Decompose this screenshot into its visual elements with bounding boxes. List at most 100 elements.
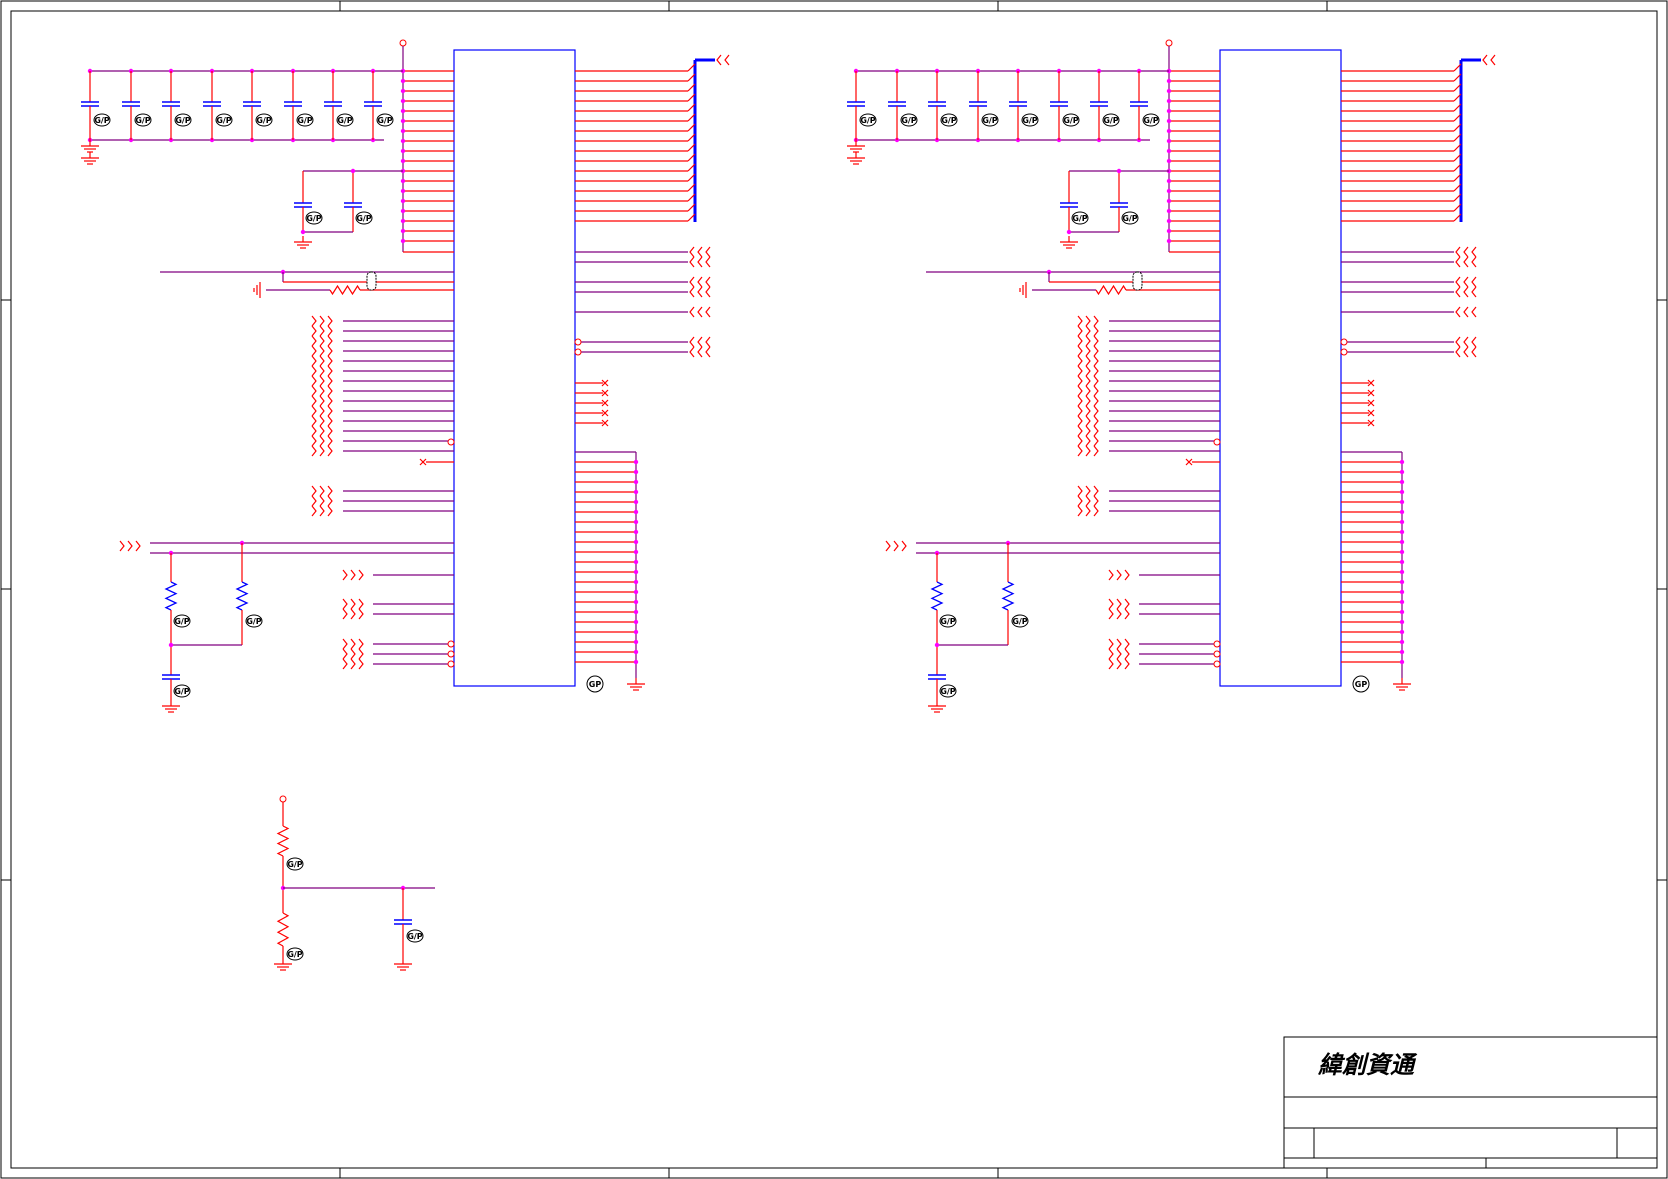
arrow-chevron	[1093, 425, 1099, 437]
arrow-chevron	[1490, 54, 1496, 66]
arrow-chevron	[342, 608, 348, 620]
arrow-chevron	[1085, 435, 1091, 447]
arrow-chevron	[327, 385, 333, 397]
arrow-chevron	[311, 315, 317, 327]
junction-dot	[633, 579, 639, 585]
arrow-chevron	[689, 306, 695, 318]
arrow-chevron	[350, 569, 356, 581]
nopop-mark: G/P	[1062, 113, 1080, 127]
offpage-arrow-icon	[1077, 505, 1099, 517]
nopop-label: G/P	[174, 687, 189, 696]
nopop-mark: G/P	[286, 857, 304, 871]
pin-ring	[574, 348, 582, 356]
offpage-arrow-icon	[311, 335, 333, 347]
capacitor-icon	[324, 101, 342, 107]
arrow-chevron	[1085, 395, 1091, 407]
junction-dot	[1166, 218, 1172, 224]
capacitor-icon	[344, 202, 362, 208]
arrow-chevron	[697, 246, 703, 258]
offpage-arrow-icon	[1077, 355, 1099, 367]
arrow-chevron	[327, 335, 333, 347]
nopop-label: G/P	[337, 116, 352, 125]
junction-dot	[400, 98, 406, 104]
arrow-chevron	[1471, 346, 1477, 358]
arrow-chevron	[1093, 325, 1099, 337]
resistor-icon	[1095, 284, 1127, 296]
offpage-arrow-icon	[689, 246, 711, 258]
arrow-chevron	[1093, 405, 1099, 417]
pin-ring	[1340, 338, 1348, 346]
arrow-chevron	[689, 346, 695, 358]
ground-icon	[1060, 236, 1078, 249]
arrow-chevron	[1108, 648, 1114, 660]
arrow-chevron	[1463, 256, 1469, 268]
arrow-chevron	[1463, 276, 1469, 288]
arrow-chevron	[327, 345, 333, 357]
arrow-chevron	[1124, 598, 1130, 610]
junction-dot	[633, 629, 639, 635]
junction-dot	[633, 569, 639, 575]
arrow-chevron	[327, 485, 333, 497]
offpage-arrow-icon	[1077, 335, 1099, 347]
junction-dot	[400, 208, 406, 214]
offpage-arrow-icon	[689, 306, 711, 318]
nopop-mark: G/P	[859, 113, 877, 127]
offpage-arrow-icon	[1077, 345, 1099, 357]
nopop-mark: G/P	[1011, 614, 1029, 628]
arrow-chevron	[1077, 395, 1083, 407]
junction-dot	[1399, 609, 1405, 615]
junction-dot	[1399, 559, 1405, 565]
nopop-mark: G/P	[305, 211, 323, 225]
offpage-arrow-icon	[311, 315, 333, 327]
capacitor-icon	[1090, 101, 1108, 107]
offpage-arrow-icon	[1077, 375, 1099, 387]
nopop-mark: G/P	[406, 929, 424, 943]
junction-dot	[1399, 509, 1405, 515]
arrow-chevron	[1085, 485, 1091, 497]
arrow-chevron	[327, 425, 333, 437]
nopop-mark: G/P	[1021, 113, 1039, 127]
junction-dot	[1166, 238, 1172, 244]
junction-dot	[400, 198, 406, 204]
nopop-mark: G/P	[215, 113, 233, 127]
junction-dot	[633, 489, 639, 495]
offpage-arrow-icon	[342, 648, 364, 660]
junction-dot	[633, 509, 639, 515]
nopop-mark: G/P	[174, 113, 192, 127]
junction-dot	[1166, 138, 1172, 144]
offpage-arrow-icon	[1108, 569, 1130, 581]
nopop-mark: G/P	[134, 113, 152, 127]
nopop-mark: G/P	[336, 113, 354, 127]
arrow-chevron	[319, 495, 325, 507]
arrow-chevron	[1085, 345, 1091, 357]
junction-dot	[1399, 639, 1405, 645]
gp-label: GP	[589, 680, 602, 689]
arrow-chevron	[311, 335, 317, 347]
arrow-chevron	[1077, 415, 1083, 427]
nopop-mark: G/P	[286, 947, 304, 961]
arrow-chevron	[1108, 598, 1114, 610]
nopop-label: G/P	[940, 687, 955, 696]
offpage-arrow-icon	[342, 658, 364, 670]
junction-dot	[633, 499, 639, 505]
nopop-label: G/P	[246, 617, 261, 626]
sheet-frame	[0, 0, 1668, 1179]
junction-dot	[400, 218, 406, 224]
arrow-chevron	[1093, 435, 1099, 447]
ground-icon	[81, 152, 99, 165]
arrow-chevron	[1077, 495, 1083, 507]
arrow-chevron	[689, 286, 695, 298]
offpage-arrow-icon	[689, 286, 711, 298]
junction-dot	[400, 78, 406, 84]
arrow-chevron	[705, 286, 711, 298]
arrow-chevron	[311, 355, 317, 367]
ground-icon	[928, 700, 946, 713]
arrow-chevron	[1455, 276, 1461, 288]
junction-dot	[400, 178, 406, 184]
offpage-arrow-icon	[1077, 415, 1099, 427]
offpage-arrow-icon	[1455, 276, 1477, 288]
arrow-chevron	[1093, 385, 1099, 397]
nopop-label: G/P	[1022, 116, 1037, 125]
arrow-chevron	[1077, 375, 1083, 387]
junction-dot	[1399, 469, 1405, 475]
